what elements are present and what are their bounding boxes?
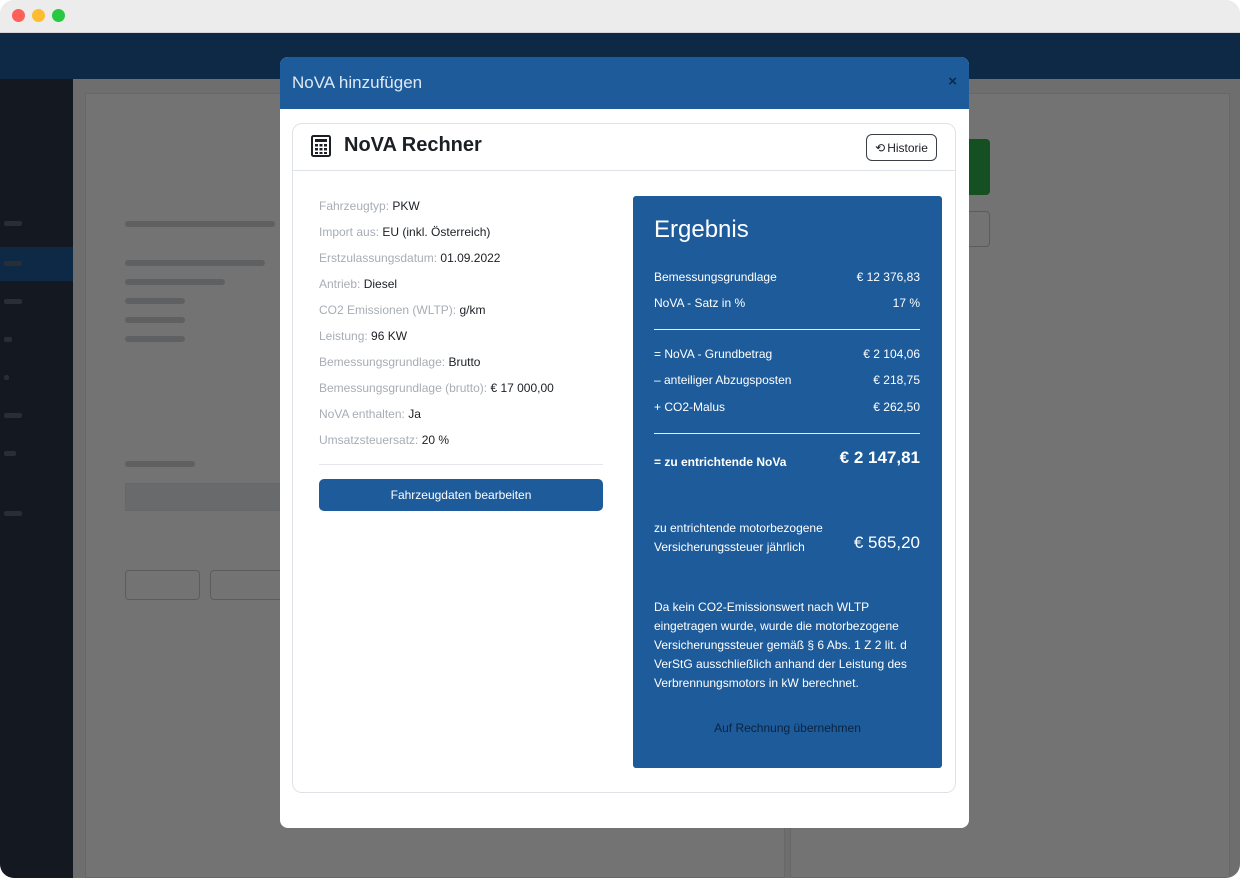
- detail-row-assessment-basis: Bemessungsgrundlage: Brutto: [319, 354, 609, 380]
- card-header: NoVA Rechner ⟲ Historie: [293, 124, 955, 171]
- detail-value: 01.09.2022: [440, 251, 501, 265]
- result-panel: Ergebnis Bemessungsgrundlage € 12 376,83 …: [633, 196, 942, 768]
- history-icon: ⟲: [875, 140, 886, 155]
- detail-row-vehicle-type: Fahrzeugtyp: PKW: [319, 198, 609, 224]
- detail-row-vat-rate: Umsatzsteuersatz: 20 %: [319, 432, 609, 458]
- result-row-co2-malus: + CO2-Malus € 262,50: [654, 400, 920, 414]
- insurance-tax-label: zu entrichtende motorbezogene Versicheru…: [654, 521, 823, 554]
- minimize-window-button[interactable]: [32, 9, 45, 22]
- app-window: NoVA hinzufügen × NoVA Rechner ⟲ Histori…: [0, 0, 1240, 878]
- calculator-icon: [311, 135, 331, 157]
- detail-row-co2: CO2 Emissionen (WLTP): g/km: [319, 302, 609, 328]
- nova-modal: NoVA hinzufügen × NoVA Rechner ⟲ Histori…: [280, 57, 969, 828]
- modal-header: NoVA hinzufügen ×: [280, 57, 969, 109]
- result-divider: [654, 329, 920, 330]
- result-row-deduction: – anteiliger Abzugsposten € 218,75: [654, 373, 920, 387]
- detail-value: PKW: [392, 199, 420, 213]
- nova-calculator-card: NoVA Rechner ⟲ Historie Fahrzeugtyp: PKW…: [292, 123, 956, 793]
- card-title: NoVA Rechner: [344, 134, 482, 156]
- result-value: € 12 376,83: [856, 270, 920, 284]
- result-label: NoVA - Satz in %: [654, 296, 746, 310]
- detail-row-import: Import aus: EU (inkl. Österreich): [319, 224, 609, 250]
- result-value: € 2 104,06: [863, 347, 920, 361]
- detail-row-registration-date: Erstzulassungsdatum: 01.09.2022: [319, 250, 609, 276]
- edit-vehicle-data-button[interactable]: Fahrzeugdaten bearbeiten: [319, 479, 603, 511]
- insurance-tax: zu entrichtende motorbezogene Versicheru…: [654, 519, 920, 579]
- window-titlebar: [0, 0, 1240, 33]
- result-label: = NoVA - Grundbetrag: [654, 347, 773, 361]
- detail-label: Leistung:: [319, 329, 368, 343]
- detail-label: CO2 Emissionen (WLTP):: [319, 303, 457, 317]
- detail-row-nova-included: NoVA enthalten: Ja: [319, 406, 609, 432]
- calculation-note: Da kein CO2-Emissionswert nach WLTP eing…: [654, 600, 907, 690]
- detail-value: g/km: [459, 303, 486, 317]
- detail-value: 20 %: [421, 433, 450, 447]
- result-label: + CO2-Malus: [654, 400, 726, 414]
- detail-row-assessment-gross: Bemessungsgrundlage (brutto): € 17 000,0…: [319, 380, 609, 406]
- detail-label: Antrieb:: [319, 277, 361, 291]
- detail-label: Fahrzeugtyp:: [319, 199, 390, 213]
- result-total: = zu entrichtende NoVa € 2 147,81: [654, 448, 920, 472]
- result-row-nova-rate: NoVA - Satz in % 17 %: [654, 296, 920, 310]
- detail-value: € 17 000,00: [490, 381, 554, 395]
- detail-label: Bemessungsgrundlage (brutto):: [319, 381, 488, 395]
- result-value: € 262,50: [873, 400, 920, 414]
- detail-value: Diesel: [363, 277, 398, 291]
- detail-value: Ja: [408, 407, 421, 421]
- close-window-button[interactable]: [12, 9, 25, 22]
- detail-label: Erstzulassungsdatum:: [319, 251, 438, 265]
- result-value: € 218,75: [873, 373, 920, 387]
- result-label: – anteiliger Abzugsposten: [654, 373, 792, 387]
- result-value: 17 %: [892, 296, 920, 310]
- detail-value: Brutto: [448, 355, 481, 369]
- result-divider: [654, 433, 920, 434]
- result-title: Ergebnis: [654, 216, 749, 243]
- result-row-base-amount: = NoVA - Grundbetrag € 2 104,06: [654, 347, 920, 361]
- total-value: € 2 147,81: [839, 448, 920, 467]
- total-label: = zu entrichtende NoVa: [654, 455, 787, 469]
- detail-label: NoVA enthalten:: [319, 407, 405, 421]
- detail-row-drive: Antrieb: Diesel: [319, 276, 609, 302]
- detail-row-power: Leistung: 96 KW: [319, 328, 609, 354]
- apply-to-invoice-button[interactable]: Auf Rechnung übernehmen: [633, 721, 942, 735]
- detail-label: Import aus:: [319, 225, 380, 239]
- detail-label: Bemessungsgrundlage:: [319, 355, 446, 369]
- detail-value: 96 KW: [371, 329, 408, 343]
- details-divider: [319, 464, 603, 465]
- modal-title: NoVA hinzufügen: [292, 73, 423, 92]
- history-button[interactable]: ⟲ Historie: [866, 134, 937, 161]
- detail-label: Umsatzsteuersatz:: [319, 433, 419, 447]
- detail-value: EU (inkl. Österreich): [382, 225, 491, 239]
- close-icon[interactable]: ×: [948, 73, 957, 90]
- history-button-label: Historie: [887, 140, 928, 155]
- result-label: Bemessungsgrundlage: [654, 270, 777, 284]
- insurance-tax-value: € 565,20: [853, 533, 920, 552]
- result-row-assessment-basis: Bemessungsgrundlage € 12 376,83: [654, 270, 920, 284]
- vehicle-details: Fahrzeugtyp: PKW Import aus: EU (inkl. Ö…: [319, 198, 609, 458]
- maximize-window-button[interactable]: [52, 9, 65, 22]
